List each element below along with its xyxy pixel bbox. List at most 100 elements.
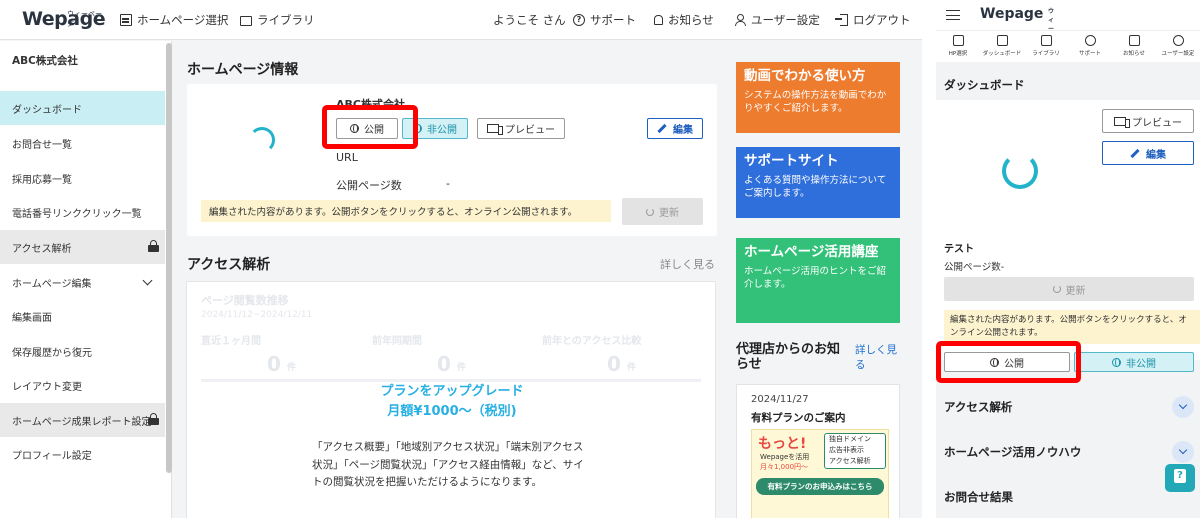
mobile-logo[interactable]: ウィーページ Wepage: [980, 6, 1054, 60]
globe-icon: [1112, 357, 1121, 367]
sidebar-item-hp-edit[interactable]: ホームページ編集: [0, 265, 165, 299]
banner-hp-course[interactable]: ホームページ活用講座 ホームページ活用のヒントをご紹介します。: [736, 238, 900, 323]
sidebar-item-inquiries[interactable]: お問合せ一覧: [0, 126, 165, 160]
update-button[interactable]: 更新: [622, 198, 703, 225]
faded-value-3: 0: [607, 352, 621, 376]
sidebar-scrollbar[interactable]: [166, 43, 172, 473]
chevron-down-icon: [1172, 396, 1194, 418]
page-count-value: -: [446, 177, 450, 190]
mobile-preview-button[interactable]: プレビュー: [1102, 109, 1194, 133]
mobile-section-inquiries[interactable]: お問合せ結果: [936, 480, 1200, 518]
mobile-site-name: テスト: [944, 244, 974, 255]
banner-title: 動画でわかる使い方: [744, 68, 866, 84]
mobile-section-title: アクセス解析: [944, 400, 1013, 414]
banner-desc: よくある質問や操作方法についてご案内します。: [744, 175, 887, 199]
promo-feature: 独自ドメイン: [829, 435, 871, 443]
bell-icon: [1128, 35, 1140, 46]
upgrade-title: プランをアップグレード: [380, 384, 524, 399]
faded-value-2: 0: [437, 352, 451, 376]
banner-desc: システムの操作方法を動画でわかりやすくご紹介します。: [744, 90, 887, 114]
hamburger-menu-icon[interactable]: [946, 10, 960, 20]
folder-icon: [240, 15, 252, 26]
desktop-view: ウィーページ Wepage ホームページ選択 ライブラリ ようこそ さん ? サ…: [0, 0, 922, 518]
faded-unit-2: 件: [457, 363, 467, 373]
mobile-private-button[interactable]: 非公開: [1074, 352, 1194, 372]
loading-spinner: [249, 127, 275, 153]
access-more-link[interactable]: 詳しく見る: [660, 256, 715, 272]
faded-title: ページ閲覧数推移: [201, 294, 289, 307]
nav-library-label: ライブラリ: [257, 13, 315, 27]
support-link[interactable]: ? サポート: [573, 12, 636, 28]
upgrade-description: 「アクセス概要」「地域別アクセス状況」「端末別アクセス状況」「ページ閲覧状況」「…: [312, 441, 584, 488]
logo[interactable]: ウィーページ Wepage: [22, 8, 106, 30]
image-icon: [1040, 35, 1052, 46]
user-settings-label: ユーザー設定: [751, 13, 820, 27]
help-chat-icon[interactable]: [1165, 464, 1195, 492]
chevron-down-icon: [1172, 441, 1194, 463]
agency-notice-card[interactable]: 2024/11/27 有料プランのご案内 もっと! Wepageを活用 月々1,…: [736, 384, 900, 518]
promo-price: 月々1,000円～: [760, 463, 809, 471]
banner-title: サポートサイト: [744, 153, 839, 169]
access-title: アクセス解析: [187, 257, 271, 273]
notice-label: お知らせ: [668, 13, 714, 27]
banner-desc: ホームページ活用のヒントをご紹介します。: [744, 266, 887, 290]
mobile-logo-text: Wepage: [980, 6, 1044, 22]
highlight-box: [322, 105, 418, 149]
mobile-unpublished-warning: 編集された内容があります。公開ボタンをクリックすると、オンライン公開されます。: [944, 310, 1200, 344]
mobile-nav-library[interactable]: ライブラリ: [1024, 35, 1068, 57]
welcome-text: ようこそ さん: [493, 13, 566, 27]
user-settings-link[interactable]: ユーザー設定: [734, 12, 820, 28]
mobile-edit-button[interactable]: 編集: [1102, 141, 1194, 165]
sidebar-item-report-settings[interactable]: ホームページ成果レポート設定: [0, 403, 165, 437]
mobile-dashboard-title: ダッシュボード: [944, 78, 1025, 92]
mobile-section-title: ホームページ活用ノウハウ: [944, 445, 1082, 459]
edit-button[interactable]: 編集: [647, 118, 703, 139]
promo-big-text: もっと!: [758, 436, 807, 452]
banner-video-guide[interactable]: 動画でわかる使い方 システムの操作方法を動画でわかりやすくご紹介します。: [736, 62, 900, 133]
mobile-update-button[interactable]: 更新: [944, 277, 1194, 301]
mobile-nav-dashboard[interactable]: ダッシュボード: [980, 35, 1024, 57]
chevron-down-icon: [142, 275, 153, 286]
banner-support-site[interactable]: サポートサイト よくある質問や操作方法についてご案内します。: [736, 147, 900, 218]
nav-library[interactable]: ライブラリ: [240, 12, 315, 28]
preview-icon: [1114, 116, 1130, 128]
logout-link[interactable]: ログアウト: [835, 12, 911, 28]
sidebar-item-phone-clicks[interactable]: 電話番号リンククリック一覧: [0, 195, 165, 229]
grid-icon: [996, 35, 1008, 46]
mobile-page-count: 公開ページ数-: [944, 262, 1005, 273]
sidebar-item-label: アクセス解析: [12, 243, 72, 255]
agency-more-link[interactable]: 詳しく見る: [855, 343, 905, 373]
sidebar-item-restore[interactable]: 保存履歴から復元: [0, 334, 165, 368]
mobile-nav-hp-select[interactable]: HP選択: [936, 35, 980, 57]
faded-value-1: 0: [267, 352, 281, 376]
sidebar-company-name: ABC株式会社: [12, 55, 78, 67]
dashboard-icon: [952, 35, 964, 46]
agency-notice-title: 代理店からのお知らせ: [736, 342, 841, 372]
sidebar-item-applications[interactable]: 採用応募一覧: [0, 161, 165, 195]
sidebar-item-layout[interactable]: レイアウト変更: [0, 368, 165, 402]
user-icon: [1172, 35, 1184, 46]
preview-button[interactable]: プレビュー: [477, 118, 565, 139]
logo-subtitle: ウィーページ: [67, 10, 102, 28]
mobile-nav-notice[interactable]: お知らせ: [1112, 35, 1156, 57]
mobile-nav-user-settings[interactable]: ユーザー設定: [1156, 35, 1200, 57]
banner-title: ホームページ活用講座: [744, 244, 879, 260]
mobile-nav-support[interactable]: サポート: [1068, 35, 1112, 57]
sidebar-item-dashboard[interactable]: ダッシュボード: [0, 91, 165, 125]
nav-hp-select-label: ホームページ選択: [137, 13, 229, 27]
logout-icon: [835, 14, 848, 26]
support-label: サポート: [590, 13, 636, 27]
mobile-section-know-how[interactable]: ホームページ活用ノウハウ: [936, 430, 1200, 474]
sidebar-item-label: ホームページ編集: [12, 278, 92, 290]
sidebar-item-profile[interactable]: プロフィール設定: [0, 437, 165, 471]
mobile-section-access[interactable]: アクセス解析: [936, 385, 1200, 429]
sidebar-item-editor[interactable]: 編集画面: [0, 299, 165, 333]
access-panel: ページ閲覧数推移 2024/11/12~2024/12/11 直近１ヶ月間 前年…: [186, 281, 716, 518]
dashboard-icon: [120, 14, 132, 26]
notice-link[interactable]: お知らせ: [654, 12, 714, 28]
mobile-view: ウィーページ Wepage HP選択 ダッシュボード ライブラリ サポート お知…: [936, 0, 1200, 518]
nav-hp-select[interactable]: ホームページ選択: [120, 12, 228, 28]
url-label: URL: [336, 151, 358, 164]
sidebar-item-access-analysis[interactable]: アクセス解析: [0, 230, 165, 264]
promo-features-box: 独自ドメイン 広告非表示 アクセス解析: [824, 433, 886, 469]
